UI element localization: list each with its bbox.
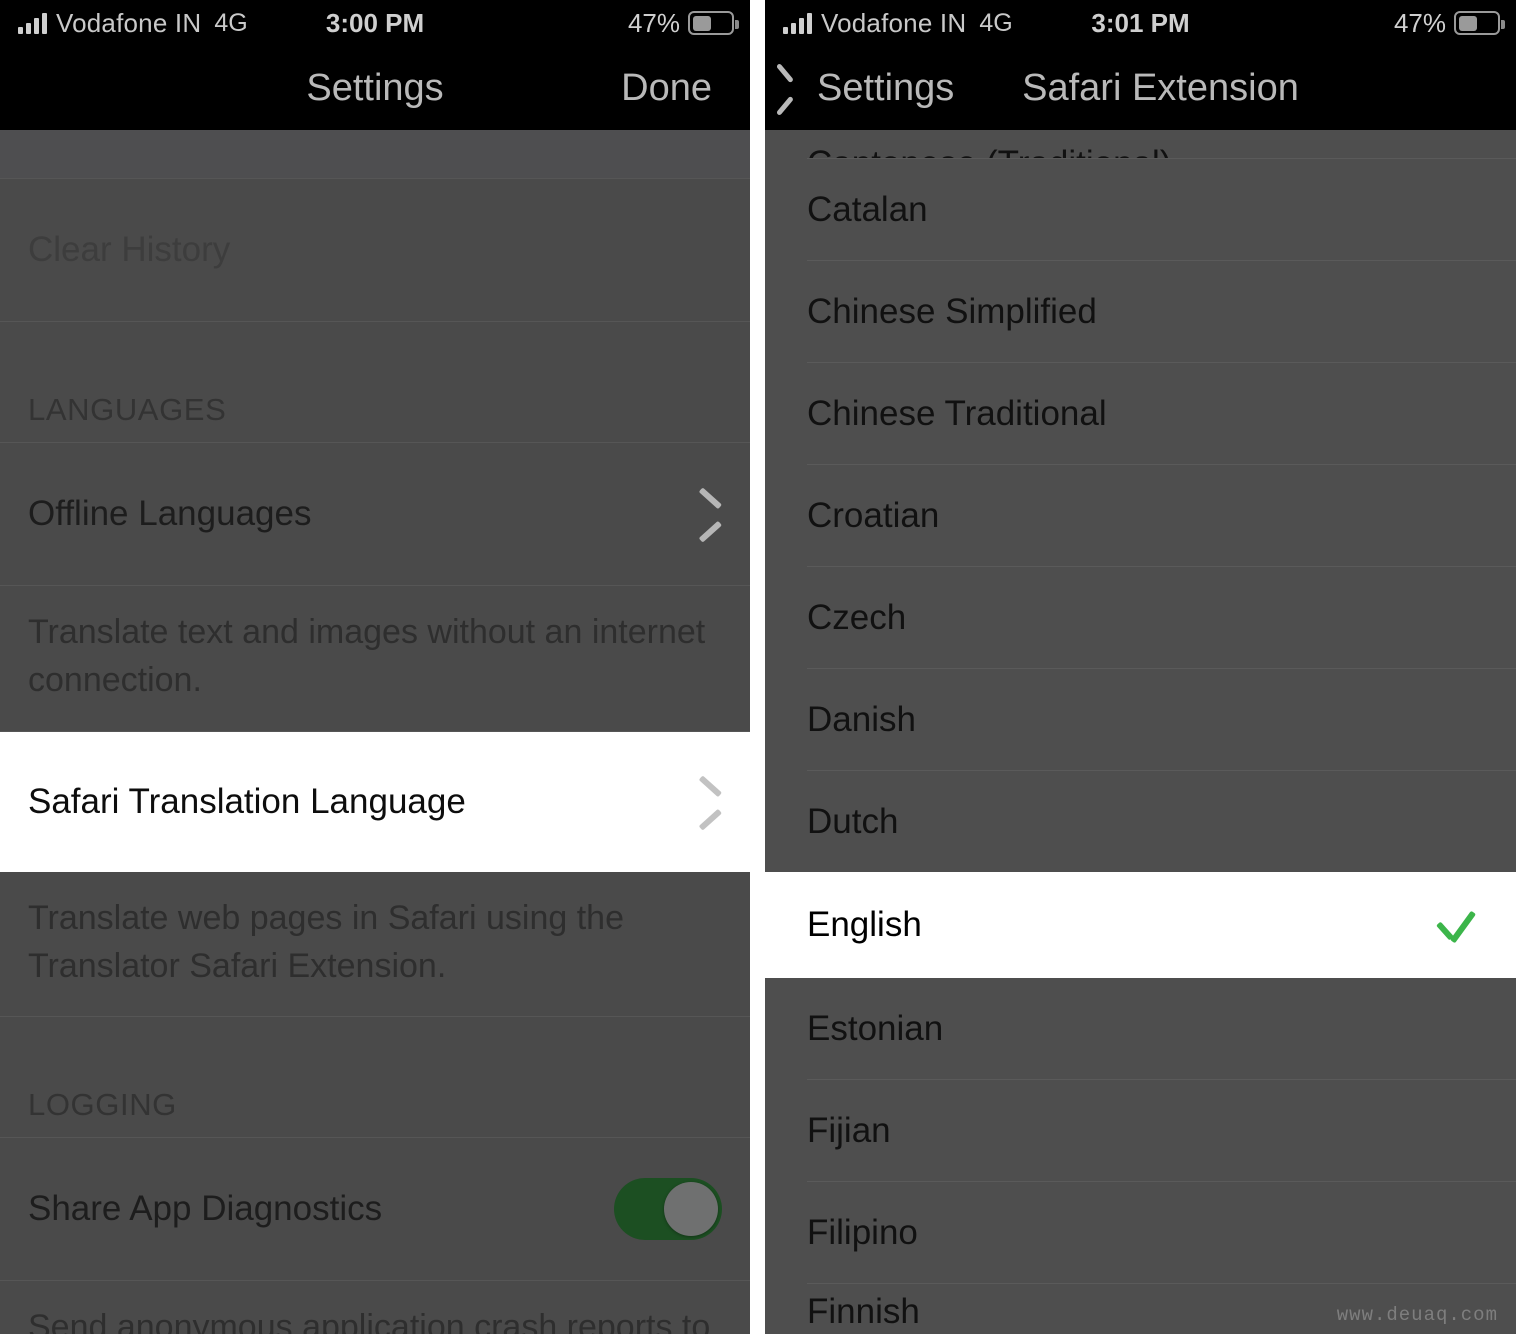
offline-languages-footnote-text: Translate text and images without an int… — [28, 613, 706, 700]
status-clock: 3:00 PM — [325, 7, 425, 38]
language-list: Cantonese (Traditional) Catalan Chinese … — [765, 130, 1516, 1334]
row-safari-translation-language[interactable]: Safari Translation Language — [0, 731, 750, 872]
done-button[interactable]: Done — [621, 67, 712, 110]
left-status-bar: Vodafone IN 4G 3:00 PM 47% — [0, 0, 750, 46]
safari-translation-language-label: Safari Translation Language — [28, 781, 466, 821]
list-item[interactable]: Filipino — [765, 1182, 1516, 1283]
language-label: Fijian — [807, 1110, 891, 1150]
language-label: Catalan — [807, 189, 928, 229]
list-item[interactable]: Fijian — [765, 1080, 1516, 1181]
row-offline-languages[interactable]: Offline Languages — [0, 443, 750, 585]
left-nav-bar: Settings Done — [0, 46, 750, 130]
back-button[interactable]: Settings — [765, 67, 954, 110]
list-item[interactable]: Chinese Simplified — [765, 261, 1516, 362]
language-label: English — [807, 905, 922, 944]
language-label: Cantonese (Traditional) — [807, 144, 1171, 158]
share-app-diagnostics-toggle[interactable] — [614, 1178, 722, 1241]
language-label: Chinese Traditional — [807, 393, 1107, 433]
language-label: Chinese Simplified — [807, 291, 1097, 331]
row-share-app-diagnostics[interactable]: Share App Diagnostics — [0, 1138, 750, 1281]
language-label: Czech — [807, 597, 907, 637]
right-status-bar: Vodafone IN 4G 3:01 PM 47% — [765, 0, 1516, 46]
list-item[interactable]: Danish — [765, 669, 1516, 770]
list-item-selected-english[interactable]: English — [765, 872, 1516, 978]
chevron-right-icon — [700, 784, 722, 820]
section-header-languages: LANGUAGES — [0, 322, 750, 442]
list-item[interactable]: Dutch — [765, 771, 1516, 872]
chevron-right-icon — [700, 496, 722, 532]
language-label: Estonian — [807, 1008, 944, 1048]
safari-translation-footnote-text: Translate web pages in Safari using the … — [28, 898, 624, 985]
right-nav-bar: Settings Safari Extension — [765, 46, 1516, 130]
list-item[interactable]: Czech — [765, 567, 1516, 668]
right-phone-panel: Vodafone IN 4G 3:01 PM 47% Settings Safa… — [765, 0, 1516, 1334]
list-top-spacer — [0, 130, 750, 178]
checkmark-icon — [1434, 905, 1474, 945]
screenshot-stage: Vodafone IN 4G 3:00 PM 47% Settings Done… — [0, 0, 1516, 1334]
share-app-diagnostics-label: Share App Diagnostics — [28, 1189, 383, 1229]
footnote-safari-translation: Translate web pages in Safari using the … — [0, 871, 750, 1017]
language-label: Filipino — [807, 1212, 918, 1252]
languages-header-label: LANGUAGES — [28, 392, 227, 427]
row-clear-history[interactable]: Clear History — [0, 179, 750, 321]
battery-icon — [1454, 11, 1505, 35]
list-item[interactable]: Catalan — [765, 159, 1516, 260]
chevron-left-icon — [791, 71, 811, 105]
clear-history-label: Clear History — [28, 230, 231, 269]
back-button-label: Settings — [817, 66, 955, 109]
section-header-logging: LOGGING — [0, 1017, 750, 1138]
language-label: Croatian — [807, 495, 940, 535]
left-settings-list: Clear History LANGUAGES Offline Language… — [0, 130, 750, 1334]
share-app-diagnostics-footnote-text: Send anonymous application crash reports… — [28, 1308, 711, 1334]
list-item[interactable]: Cantonese (Traditional) — [765, 130, 1516, 158]
language-label: Finnish — [807, 1292, 920, 1328]
status-clock: 3:01 PM — [1091, 7, 1190, 38]
list-item[interactable]: Estonian — [765, 978, 1516, 1079]
offline-languages-label: Offline Languages — [28, 494, 312, 533]
footnote-offline-languages: Translate text and images without an int… — [0, 586, 750, 731]
logging-header-label: LOGGING — [28, 1087, 177, 1123]
language-label: Dutch — [807, 801, 899, 841]
list-item[interactable]: Chinese Traditional — [765, 363, 1516, 464]
footnote-share-app-diagnostics: Send anonymous application crash reports… — [0, 1281, 750, 1334]
site-watermark: www.deuaq.com — [1336, 1304, 1498, 1326]
battery-icon — [688, 11, 739, 35]
list-item[interactable]: Croatian — [765, 465, 1516, 566]
language-label: Danish — [807, 699, 916, 739]
left-phone-panel: Vodafone IN 4G 3:00 PM 47% Settings Done… — [0, 0, 750, 1334]
